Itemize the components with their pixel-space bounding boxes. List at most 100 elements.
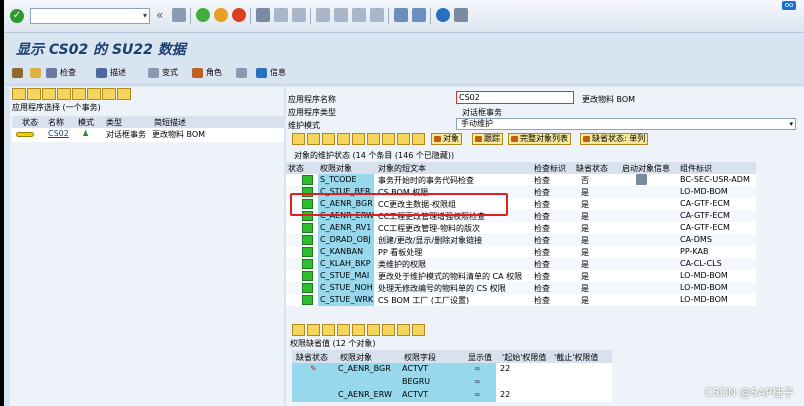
table-row[interactable]: C_DRAD_OBJ 创建/更改/显示/删除对象链接 检查 是 CA-DMS <box>286 234 756 246</box>
variant-button[interactable]: 变式 <box>148 66 178 80</box>
from-value-cell[interactable]: 22 <box>496 389 612 402</box>
table-row[interactable]: C_STUE_WRK CS BOM 工厂 (工厂设置) 检查 是 LO-MD-BOM <box>286 294 756 306</box>
sort-descending-icon[interactable] <box>307 324 320 336</box>
table-row[interactable]: C_AENR_ERW ACTVT ∞ 22 <box>292 389 612 402</box>
user-icon[interactable] <box>337 324 350 336</box>
close-icon[interactable]: oo <box>782 1 796 10</box>
next-page-icon[interactable] <box>352 8 366 22</box>
auth-object[interactable]: C_DRAD_OBJ <box>318 234 374 246</box>
describe-button[interactable]: 描述 <box>96 66 126 80</box>
display-value-cell[interactable]: ∞ <box>462 376 496 389</box>
tree-icon[interactable] <box>30 66 44 80</box>
auth-object[interactable]: C_KLAH_BKP <box>318 258 374 270</box>
find-icon[interactable] <box>337 133 350 145</box>
maint-mode-select[interactable]: 手动维护 ▾ <box>456 118 796 130</box>
table-row[interactable]: ✎ C_AENR_BGR ACTVT ∞ 22 <box>292 363 612 376</box>
last-page-icon[interactable] <box>370 8 384 22</box>
details-icon[interactable] <box>292 133 305 145</box>
shortcut-icon[interactable] <box>412 8 426 22</box>
glasses-icon[interactable]: ∞ <box>474 364 481 373</box>
table-row[interactable]: C_KANBAN PP 看板处理 检查 是 PP-KAB <box>286 246 756 258</box>
table-row[interactable]: C_AENR_RV1 CC工程更改管理-物料的版次 检查 是 CA-GTF-ECM <box>286 222 756 234</box>
maint-mode-label: 维护模式 <box>288 121 320 130</box>
collapse-icon[interactable]: « <box>156 8 163 22</box>
find-icon[interactable] <box>274 8 288 22</box>
transaction-link[interactable]: CS02 <box>48 129 69 138</box>
export-icon[interactable] <box>102 88 116 100</box>
print-icon[interactable] <box>117 88 131 100</box>
layout-icon[interactable] <box>367 324 380 336</box>
display-value-cell[interactable]: ∞ <box>462 389 496 402</box>
new-session-icon[interactable] <box>394 8 408 22</box>
filter-icon[interactable] <box>352 133 365 145</box>
toggle-icon[interactable] <box>12 66 26 80</box>
col-object: 权限对象 <box>320 164 352 173</box>
command-field[interactable]: ▾ <box>30 8 150 24</box>
grid-icon[interactable] <box>397 324 410 336</box>
layout-icon[interactable] <box>454 8 468 22</box>
missing-status-button[interactable]: 缺省状态: 单列 <box>580 133 649 145</box>
sort-descending-icon[interactable] <box>322 133 335 145</box>
object-button[interactable]: 对象 <box>431 133 462 145</box>
status-green-icon <box>302 235 313 245</box>
copy-icon[interactable] <box>236 66 250 80</box>
auth-object[interactable]: C_KANBAN <box>318 246 374 258</box>
auth-field-cell: BEGRU <box>398 376 462 389</box>
table-row[interactable]: CS02 ♟ 对话框事务 更改物料 BOM <box>12 128 284 142</box>
first-page-icon[interactable] <box>316 8 330 22</box>
print-icon[interactable] <box>382 324 395 336</box>
export-icon[interactable] <box>352 324 365 336</box>
trace-button[interactable]: 跟踪 <box>472 133 503 145</box>
sort-descending-icon[interactable] <box>57 88 71 100</box>
table-row[interactable]: BEGRU ∞ <box>292 376 612 389</box>
auth-object[interactable]: C_STUE_MAI <box>318 270 374 282</box>
grid-icon[interactable] <box>412 133 425 145</box>
sort-ascending-icon[interactable] <box>42 88 56 100</box>
print-icon[interactable] <box>397 133 410 145</box>
check-button[interactable]: 检查 <box>46 66 76 80</box>
details-icon[interactable] <box>412 324 425 336</box>
auth-object[interactable]: S_TCODE <box>318 174 374 186</box>
sort-ascending-icon[interactable] <box>307 133 320 145</box>
col-display-value: 显示值 <box>468 353 492 362</box>
cancel-icon[interactable] <box>232 8 246 22</box>
help-icon[interactable] <box>436 8 450 22</box>
status-green-icon <box>302 295 313 305</box>
auth-object[interactable]: C_AENR_RV1 <box>318 222 374 234</box>
auth-object[interactable]: C_STUE_WRK <box>318 294 374 306</box>
table-row[interactable]: S_TCODE 事务开始时的事务代码检查 检查 否 BC-SEC-USR-ADM <box>286 174 756 186</box>
role-button[interactable]: 角色 <box>192 66 222 80</box>
complete-list-button[interactable]: 完整对象列表 <box>508 133 571 145</box>
glasses-icon[interactable]: ∞ <box>474 390 481 399</box>
save-icon[interactable] <box>172 8 186 22</box>
refresh-icon[interactable] <box>27 88 41 100</box>
find-next-icon[interactable] <box>292 8 306 22</box>
glasses-icon[interactable]: ∞ <box>474 377 481 386</box>
sort-ascending-icon[interactable] <box>292 324 305 336</box>
start-info-icon[interactable] <box>636 174 647 185</box>
app-name-field[interactable]: CS02 <box>456 91 574 104</box>
layout-icon[interactable] <box>382 133 395 145</box>
previous-page-icon[interactable] <box>334 8 348 22</box>
layout-icon[interactable] <box>87 88 101 100</box>
auth-object[interactable]: C_STUE_NOH <box>318 282 374 294</box>
export-icon[interactable] <box>367 133 380 145</box>
table-row[interactable]: C_STUE_MAI 更改处于维护模式的物料清单的 CA 权限 检查 是 LO-MD-B… <box>286 270 756 282</box>
enter-check-icon[interactable]: ✓ <box>10 9 24 23</box>
details-icon[interactable] <box>12 88 26 100</box>
display-value-cell[interactable]: ∞ <box>462 363 496 376</box>
chevron-down-icon[interactable]: ▾ <box>789 119 793 129</box>
pencil-icon[interactable]: ✎ <box>310 364 317 373</box>
filter-icon[interactable] <box>322 324 335 336</box>
filter-icon[interactable] <box>72 88 86 100</box>
from-value-cell[interactable]: 22 <box>496 363 612 376</box>
table-row[interactable]: C_STUE_NOH 处理无修改编号的物料单的 CS 权限 检查 是 LO-MD-BOM <box>286 282 756 294</box>
info-button[interactable]: 信息 <box>256 66 286 80</box>
from-value-cell[interactable] <box>496 376 612 389</box>
table-row[interactable]: C_KLAH_BKP 类维护的权限 检查 是 CA-CL-CLS <box>286 258 756 270</box>
chevron-down-icon[interactable]: ▾ <box>143 11 147 20</box>
print-icon[interactable] <box>256 8 270 22</box>
back-icon[interactable] <box>196 8 210 22</box>
default-status-cell <box>292 389 336 402</box>
exit-icon[interactable] <box>214 8 228 22</box>
